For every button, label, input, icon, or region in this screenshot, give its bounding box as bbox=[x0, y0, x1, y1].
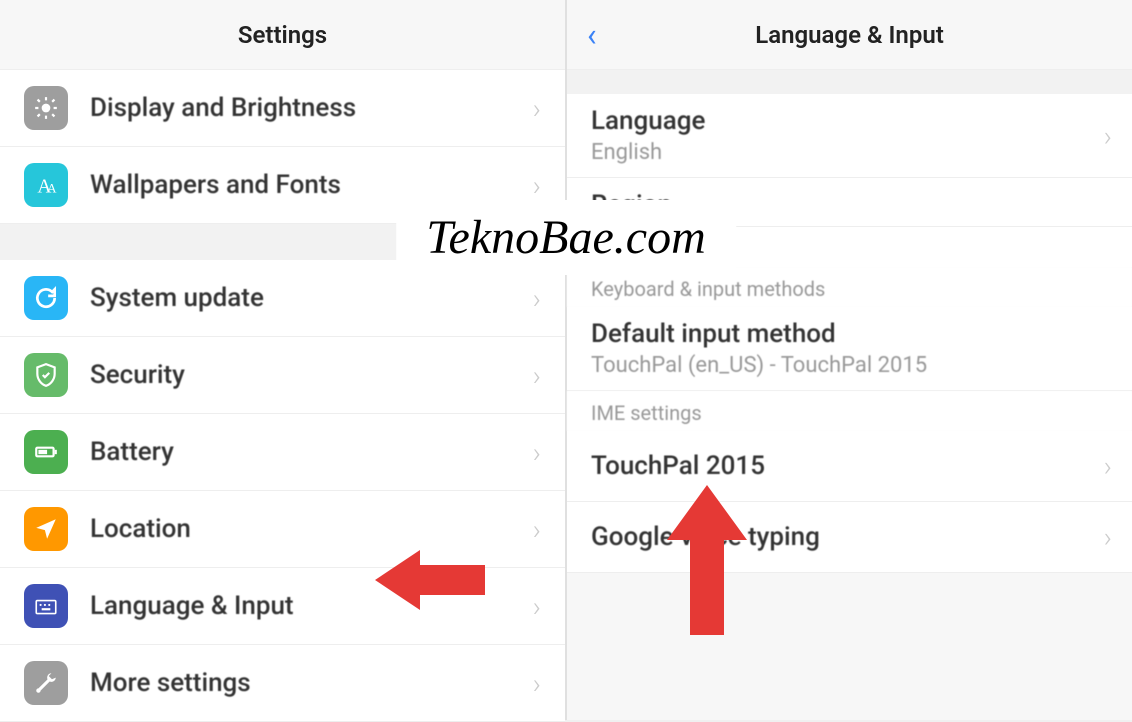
chevron-right-icon: › bbox=[533, 667, 541, 700]
chevron-right-icon: › bbox=[533, 92, 541, 125]
row-label: Display and Brightness bbox=[90, 93, 533, 123]
chevron-right-icon: › bbox=[1104, 521, 1112, 554]
chevron-right-icon: › bbox=[533, 282, 541, 315]
row-label: System update bbox=[90, 283, 533, 313]
chevron-right-icon: › bbox=[533, 513, 541, 546]
row-language[interactable]: Language English › bbox=[567, 94, 1132, 178]
language-input-title: Language & Input bbox=[755, 21, 944, 49]
chevron-right-icon: › bbox=[533, 436, 541, 469]
settings-header: Settings bbox=[0, 0, 565, 70]
default-input-value: TouchPal (en_US) - TouchPal 2015 bbox=[591, 353, 1108, 378]
chevron-right-icon: › bbox=[533, 359, 541, 392]
back-button[interactable]: ‹ bbox=[587, 16, 597, 54]
row-label: Location bbox=[90, 514, 533, 544]
brightness-icon bbox=[24, 86, 68, 130]
language-input-pane: ‹ Language & Input Language English › Re… bbox=[567, 0, 1132, 720]
chevron-right-icon: › bbox=[533, 169, 541, 202]
battery-icon bbox=[24, 430, 68, 474]
row-google-voice[interactable]: Google voice typing › bbox=[567, 502, 1132, 573]
row-label: Security bbox=[90, 360, 533, 390]
annotation-arrow-left bbox=[370, 545, 490, 619]
chevron-right-icon: › bbox=[533, 590, 541, 623]
row-touchpal[interactable]: TouchPal 2015 › bbox=[567, 431, 1132, 502]
row-default-input[interactable]: Default input method TouchPal (en_US) - … bbox=[567, 307, 1132, 391]
settings-title: Settings bbox=[238, 21, 327, 49]
svg-text:A: A bbox=[47, 181, 57, 196]
location-icon bbox=[24, 507, 68, 551]
row-battery[interactable]: Battery › bbox=[0, 414, 565, 491]
row-label: More settings bbox=[90, 668, 533, 698]
update-icon bbox=[24, 276, 68, 320]
font-icon: AA bbox=[24, 163, 68, 207]
chevron-right-icon: › bbox=[1104, 119, 1112, 152]
section-spacer bbox=[567, 70, 1132, 94]
wrench-icon bbox=[24, 661, 68, 705]
row-security[interactable]: Security › bbox=[0, 337, 565, 414]
default-input-title: Default input method bbox=[591, 319, 1108, 349]
row-display-brightness[interactable]: Display and Brightness › bbox=[0, 70, 565, 147]
shield-icon bbox=[24, 353, 68, 397]
settings-pane: Settings Display and Brightness › AA Wal… bbox=[0, 0, 567, 720]
row-label: Battery bbox=[90, 437, 533, 467]
language-value: English bbox=[591, 140, 1108, 165]
section-ime-settings: IME settings bbox=[567, 391, 1132, 431]
keyboard-icon bbox=[24, 584, 68, 628]
touchpal-title: TouchPal 2015 bbox=[591, 451, 1108, 481]
language-input-header: ‹ Language & Input bbox=[567, 0, 1132, 70]
annotation-arrow-up bbox=[662, 480, 752, 644]
chevron-right-icon: › bbox=[1104, 450, 1112, 483]
language-title: Language bbox=[591, 106, 1108, 136]
watermark-overlay: TeknoBae.com bbox=[396, 200, 736, 275]
row-more-settings[interactable]: More settings › bbox=[0, 645, 565, 722]
row-label: Wallpapers and Fonts bbox=[90, 170, 533, 200]
